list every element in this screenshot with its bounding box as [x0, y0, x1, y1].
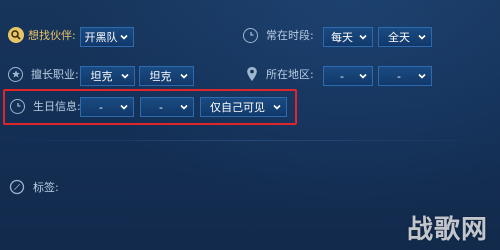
partner-label: 想找伙伴: [28, 29, 76, 42]
partner-row: 想找伙伴: [8, 27, 76, 43]
chevron-down-icon [121, 73, 129, 79]
region-province-dropdown[interactable]: - [323, 66, 373, 86]
birthday-day-dropdown[interactable]: - [140, 97, 194, 117]
clock-icon [243, 27, 258, 43]
role-primary-value: 坦克 [90, 70, 113, 83]
chevron-down-icon [120, 34, 128, 40]
chevron-down-icon [359, 73, 367, 79]
divider [0, 140, 500, 141]
watermark-logo: 战歌网 [406, 215, 488, 245]
clock-icon [10, 98, 25, 114]
birthday-label: 生日信息: [33, 100, 81, 113]
region-label: 所在地区: [266, 68, 314, 81]
role-secondary-value: 坦克 [149, 70, 172, 83]
tags-label: 标签: [33, 181, 59, 194]
tag-icon [9, 179, 25, 195]
birthday-day-value: - [159, 100, 163, 114]
role-row: 擅长职业: [8, 66, 79, 82]
birthday-row: 生日信息: [10, 98, 81, 114]
partner-icon [8, 27, 24, 43]
region-city-value: - [397, 69, 401, 83]
birthday-visibility-dropdown[interactable]: 仅自己可见 [200, 97, 287, 117]
birthday-visibility-value: 仅自己可见 [210, 101, 265, 114]
chevron-down-icon [120, 104, 128, 110]
online-day-value: 每天 [331, 31, 353, 44]
online-period-value: 全天 [388, 31, 410, 44]
birthday-month-dropdown[interactable]: - [80, 97, 134, 117]
region-province-value: - [340, 69, 344, 83]
online-period-dropdown[interactable]: 全天 [378, 27, 432, 47]
chevron-down-icon [359, 34, 367, 40]
region-row: 所在地区: [245, 66, 314, 82]
chevron-down-icon [180, 73, 188, 79]
birthday-month-value: - [99, 100, 103, 114]
role-primary-dropdown[interactable]: 坦克 [80, 66, 135, 86]
online-time-row: 常在时段: [243, 27, 314, 43]
role-label: 擅长职业: [31, 68, 79, 81]
tags-row: 标签: [9, 179, 59, 195]
online-day-dropdown[interactable]: 每天 [323, 27, 373, 47]
chevron-down-icon [273, 104, 281, 110]
chevron-down-icon [418, 73, 426, 79]
role-secondary-dropdown[interactable]: 坦克 [139, 66, 194, 86]
chevron-down-icon [180, 104, 188, 110]
partner-value: 开黑队 [84, 31, 118, 44]
online-time-label: 常在时段: [266, 29, 314, 42]
region-city-dropdown[interactable]: - [378, 66, 432, 86]
location-pin-icon [245, 66, 258, 82]
partner-dropdown[interactable]: 开黑队 [80, 27, 134, 47]
chevron-down-icon [418, 34, 426, 40]
star-icon [8, 66, 23, 82]
